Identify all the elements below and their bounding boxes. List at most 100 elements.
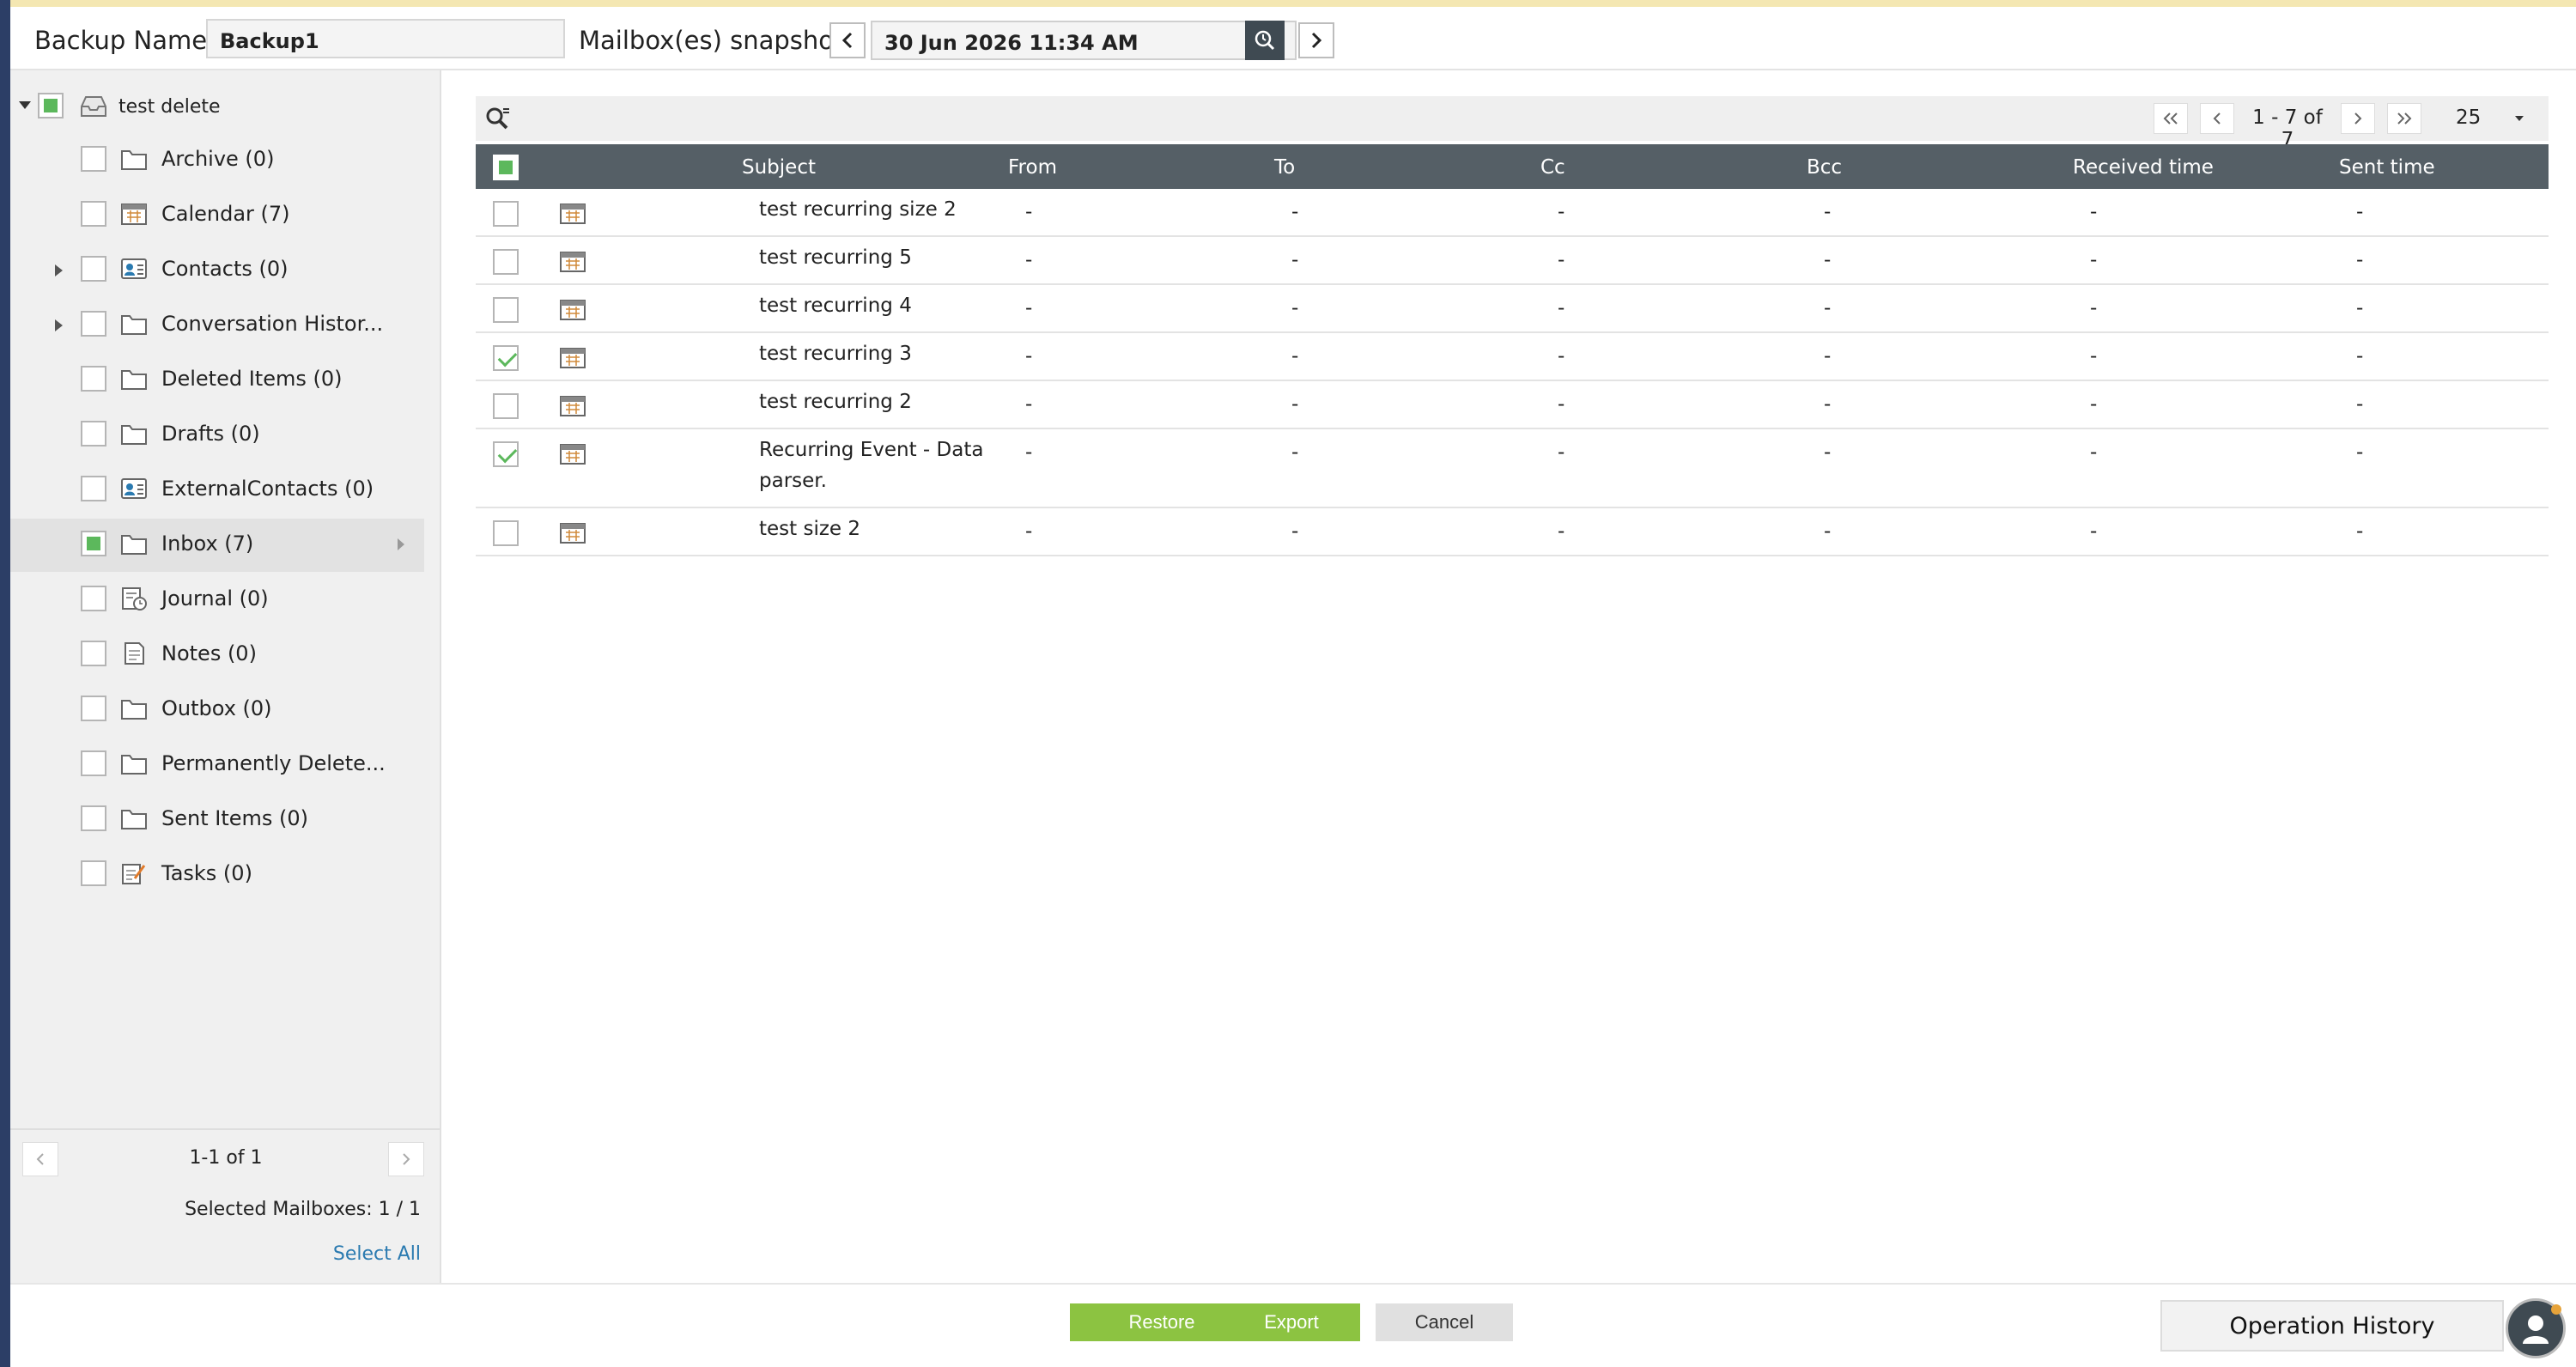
grid-row[interactable]: test recurring 5 - - - - - - [476,237,2549,285]
sidebar-folder-item[interactable]: Contacts (0) [10,244,424,297]
folder-checkbox[interactable] [81,860,106,886]
row-checkbox[interactable] [493,441,519,467]
expand-arrow-icon[interactable] [55,319,63,331]
select-all-link[interactable]: Select All [333,1243,421,1265]
sidebar-folder-item[interactable]: Calendar (7) [10,189,424,242]
grid-row[interactable]: test recurring 2 - - - - - - [476,381,2549,429]
sidebar-folder-item[interactable]: Permanently Delete... [10,738,424,792]
row-checkbox[interactable] [493,297,519,323]
column-header[interactable]: From [1008,156,1057,179]
expand-arrow-icon[interactable] [55,264,63,276]
grid-row[interactable]: test recurring size 2 - - - - - - [476,189,2549,237]
column-header[interactable]: Received time [2073,156,2214,179]
calendar-item-icon [560,204,586,224]
folder-label: Permanently Delete... [161,751,386,775]
cc-cell: - [1558,249,1565,271]
caret-right-icon[interactable] [397,538,405,551]
sent-cell: - [2356,441,2364,464]
folder-checkbox[interactable] [81,531,106,556]
sidebar-folder-item[interactable]: ExternalContacts (0) [10,464,424,517]
folder-checkbox[interactable] [81,805,106,831]
sent-cell: - [2356,249,2364,271]
from-cell: - [1025,441,1033,464]
sidebar-folder-item[interactable]: Outbox (0) [10,684,424,737]
snapshot-picker-button[interactable] [1245,21,1285,60]
sidebar-folder-item[interactable]: Inbox (7) [10,519,424,572]
cc-cell: - [1558,393,1565,416]
folder-icon [121,535,147,555]
row-checkbox[interactable] [493,201,519,227]
root-checkbox[interactable] [38,93,64,118]
sidebar-folder-item[interactable]: Notes (0) [10,629,424,682]
folder-label: Tasks (0) [161,861,252,885]
folder-checkbox[interactable] [81,586,106,611]
grid-row[interactable]: test recurring 4 - - - - - - [476,285,2549,333]
folder-checkbox[interactable] [81,146,106,172]
grid-row[interactable]: test recurring 3 - - - - - - [476,333,2549,381]
column-header[interactable]: Sent time [2339,156,2435,179]
folder-checkbox[interactable] [81,421,106,447]
cancel-button[interactable]: Cancel [1376,1303,1513,1341]
sidebar-folder-item[interactable]: Journal (0) [10,574,424,627]
bcc-cell: - [1824,345,1832,368]
column-header[interactable]: Cc [1540,156,1565,179]
cc-cell: - [1558,345,1565,368]
first-page-button[interactable] [2154,103,2188,134]
row-checkbox[interactable] [493,393,519,419]
folder-label: Deleted Items (0) [161,367,343,391]
notes-icon [125,642,144,665]
row-checkbox[interactable] [493,345,519,371]
folder-checkbox[interactable] [81,256,106,282]
grid-row[interactable]: test size 2 - - - - - - [476,508,2549,556]
subject-cell: test recurring size 2 [759,198,957,221]
folder-checkbox[interactable] [81,696,106,721]
sidebar-pagination: 1-1 of 1 [10,1128,440,1188]
folder-checkbox[interactable] [81,641,106,666]
folder-checkbox[interactable] [81,476,106,501]
sidebar-folder-item[interactable]: Tasks (0) [10,848,424,902]
tree-root-row[interactable]: test delete [10,82,440,127]
contacts-icon [121,258,147,279]
sidebar-folder-item[interactable]: Sent Items (0) [10,793,424,847]
journal-icon [122,587,147,611]
expand-toggle-icon[interactable] [19,101,31,109]
page-size-select[interactable]: 25 [2442,103,2537,134]
bcc-cell: - [1824,201,1832,223]
column-header[interactable]: To [1274,156,1295,179]
row-checkbox[interactable] [493,520,519,546]
prev-page-button[interactable] [2200,103,2234,134]
sidebar-folder-item[interactable]: Drafts (0) [10,409,424,462]
sidebar-next-page-button[interactable] [388,1142,424,1176]
export-button[interactable]: Export [1223,1303,1360,1341]
column-header[interactable]: Subject [742,156,816,179]
operation-history-button[interactable]: Operation History [2160,1300,2504,1352]
search-filter-icon[interactable] [484,105,512,132]
last-page-button[interactable] [2387,103,2421,134]
notification-dot [2551,1304,2561,1315]
snapshot-next-button[interactable] [1298,22,1334,58]
sidebar-folder-item[interactable]: Deleted Items (0) [10,354,424,407]
folder-checkbox[interactable] [81,201,106,227]
folder-checkbox[interactable] [81,366,106,392]
snapshot-date-field[interactable]: 30 Jun 2026 11:34 AM [871,21,1297,60]
snapshot-prev-button[interactable] [829,22,866,58]
sidebar-folder-item[interactable]: Archive (0) [10,134,424,187]
mailbox-root-label: test delete [118,96,221,118]
folder-checkbox[interactable] [81,750,106,776]
folder-icon [121,700,147,720]
grid-row[interactable]: Recurring Event - Data parser. - - - - - - [476,429,2549,508]
next-page-button[interactable] [2341,103,2375,134]
support-avatar[interactable] [2506,1298,2566,1358]
select-all-items-checkbox[interactable] [493,155,519,180]
page-size-value: 25 [2456,106,2482,129]
row-checkbox[interactable] [493,249,519,275]
folder-checkbox[interactable] [81,311,106,337]
sidebar-folder-item[interactable]: Conversation Histor... [10,299,424,352]
mailbox-icon [81,96,106,117]
backup-restore-window: Backup Name Backup1 Mailbox(es) snapshot… [10,0,2576,1367]
bcc-cell: - [1824,297,1832,319]
column-header[interactable]: Bcc [1807,156,1842,179]
top-strip [10,0,2576,7]
backup-name-field[interactable]: Backup1 [206,19,565,58]
from-cell: - [1025,393,1033,416]
